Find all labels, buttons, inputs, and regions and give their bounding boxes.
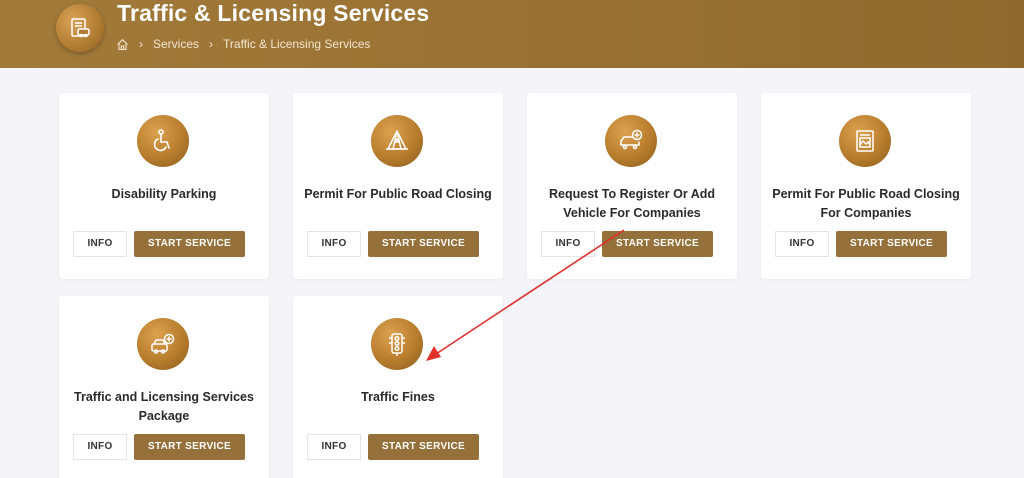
- info-button[interactable]: INFO: [73, 434, 127, 460]
- service-card-traffic-fines: Traffic Fines INFO START SERVICE: [293, 296, 503, 478]
- wheelchair-icon: [137, 115, 189, 167]
- service-card-road-closing-companies: Permit For Public Road Closing For Compa…: [761, 93, 971, 279]
- traffic-light-icon: [371, 318, 423, 370]
- start-service-button[interactable]: START SERVICE: [602, 231, 713, 257]
- service-card-disability-parking: Disability Parking INFO START SERVICE: [59, 93, 269, 279]
- start-service-button[interactable]: START SERVICE: [836, 231, 947, 257]
- page-title: Traffic & Licensing Services: [117, 0, 430, 26]
- info-button[interactable]: INFO: [775, 231, 829, 257]
- service-title: Traffic and Licensing Services Package: [74, 390, 254, 423]
- info-button[interactable]: INFO: [73, 231, 127, 257]
- service-title: Disability Parking: [111, 187, 217, 201]
- start-service-button[interactable]: START SERVICE: [368, 231, 479, 257]
- service-card-road-closing: Permit For Public Road Closing INFO STAR…: [293, 93, 503, 279]
- breadcrumb-separator: ›: [209, 37, 214, 51]
- breadcrumb-current: Traffic & Licensing Services: [223, 37, 371, 51]
- start-service-button[interactable]: START SERVICE: [134, 434, 245, 460]
- service-title: Traffic Fines: [361, 390, 435, 404]
- breadcrumb: › Services › Traffic & Licensing Service…: [116, 35, 370, 53]
- document-car-icon: [56, 4, 104, 52]
- breadcrumb-separator: ›: [139, 37, 143, 51]
- car-package-icon: [137, 318, 189, 370]
- start-service-button[interactable]: START SERVICE: [368, 434, 479, 460]
- info-button[interactable]: INFO: [307, 231, 361, 257]
- service-card-register-vehicle: Request To Register Or Add Vehicle For C…: [527, 93, 737, 279]
- car-add-icon: [605, 115, 657, 167]
- document-image-icon: [839, 115, 891, 167]
- breadcrumb-services-link[interactable]: Services: [153, 37, 199, 51]
- service-title: Request To Register Or Add Vehicle For C…: [549, 187, 715, 220]
- header-banner: Traffic & Licensing Services › Services …: [0, 0, 1024, 68]
- service-title: Permit For Public Road Closing: [304, 187, 492, 201]
- start-service-button[interactable]: START SERVICE: [134, 231, 245, 257]
- tent-icon: [371, 115, 423, 167]
- service-title: Permit For Public Road Closing For Compa…: [772, 187, 960, 220]
- home-icon[interactable]: [116, 38, 129, 51]
- service-card-package: Traffic and Licensing Services Package I…: [59, 296, 269, 478]
- info-button[interactable]: INFO: [307, 434, 361, 460]
- info-button[interactable]: INFO: [541, 231, 595, 257]
